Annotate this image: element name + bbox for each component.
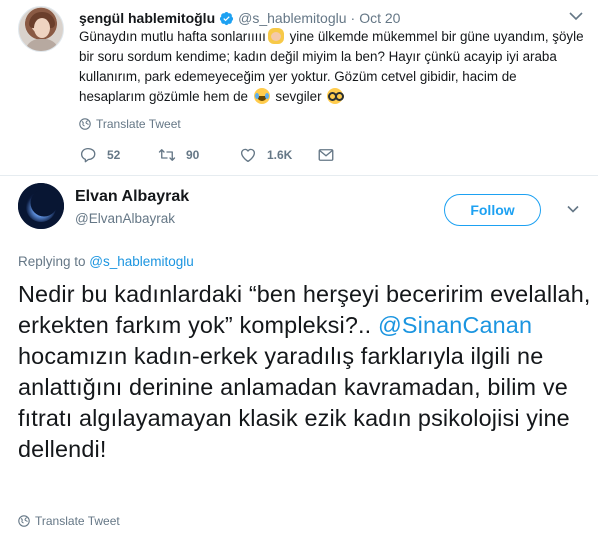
translate-tweet-link[interactable]: Translate Tweet [18, 514, 120, 528]
replying-prefix: Replying to [18, 254, 90, 269]
parent-action-bar: 52 90 1.6K [79, 146, 369, 166]
parent-timestamp[interactable]: Oct 20 [359, 10, 400, 26]
main-handle[interactable]: @ElvanAlbayrak [75, 211, 175, 226]
chevron-down-icon[interactable] [566, 204, 580, 214]
parent-tweet-header: şengül hablemitoğlu @s_hablemitoglu · Oc… [79, 9, 400, 27]
reply-count: 52 [107, 148, 121, 162]
replying-handle-link[interactable]: @s_hablemitoglu [89, 254, 194, 269]
direct-message-button[interactable] [317, 146, 345, 164]
parent-handle[interactable]: @s_hablemitoglu [238, 10, 346, 26]
retweet-count: 90 [186, 148, 200, 162]
globe-icon [79, 118, 91, 130]
like-button[interactable]: 1.6K [239, 146, 292, 164]
main-display-name[interactable]: Elvan Albayrak [75, 188, 189, 206]
crescent-moon-icon [18, 183, 64, 229]
parent-tweet[interactable]: şengül hablemitoğlu @s_hablemitoglu · Oc… [0, 0, 598, 175]
envelope-icon [318, 149, 334, 161]
reply-button[interactable]: 52 [79, 146, 120, 164]
reply-icon [80, 147, 96, 163]
globe-icon [18, 515, 30, 527]
mention-link[interactable]: @SinanCanan [378, 312, 532, 338]
retweet-icon [158, 149, 176, 161]
main-text-part: hocamızın kadın-erkek yaradılış farkları… [18, 343, 570, 462]
parent-avatar[interactable] [18, 6, 64, 52]
main-tweet-text: Nedir bu kadınlardaki “ben herşeyi becer… [18, 279, 593, 465]
retweet-button[interactable]: 90 [158, 146, 199, 164]
replying-to-line: Replying to @s_hablemitoglu [18, 254, 194, 269]
parent-tweet-text: Günaydın mutlu hafta sonlarııııı yine ül… [79, 27, 584, 107]
translate-tweet-link[interactable]: Translate Tweet [79, 117, 181, 131]
parent-text-part: Günaydın mutlu hafta sonlarııııı [79, 29, 266, 44]
woman-gesturing-emoji-icon [267, 28, 284, 44]
main-avatar[interactable] [18, 183, 64, 229]
parent-display-name[interactable]: şengül hablemitoğlu [79, 10, 215, 26]
follow-button[interactable]: Follow [444, 194, 541, 226]
like-count: 1.6K [267, 148, 293, 162]
translate-label[interactable]: Translate Tweet [35, 514, 120, 528]
header-separator: · [350, 10, 356, 26]
tears-of-joy-emoji-icon [253, 88, 270, 104]
nerd-face-emoji-icon [327, 88, 345, 104]
parent-text-part: sevgiler [271, 89, 326, 104]
verified-badge-icon [220, 11, 234, 25]
chevron-down-icon[interactable] [568, 10, 584, 22]
heart-icon [240, 148, 256, 163]
translate-label[interactable]: Translate Tweet [96, 117, 181, 131]
tweet-divider [0, 175, 598, 176]
